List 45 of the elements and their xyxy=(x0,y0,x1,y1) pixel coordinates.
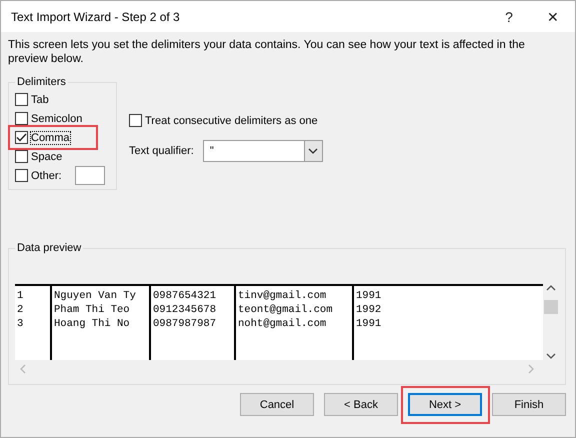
checkbox-label[interactable]: Comma xyxy=(31,132,70,144)
table-cell-text: 1991 xyxy=(356,317,382,331)
checkbox-label[interactable]: Other: xyxy=(31,170,62,182)
table-cell-text: 3 xyxy=(17,317,24,331)
group-title: Delimiters xyxy=(16,76,67,88)
table-cell-text: teont@gmail.com xyxy=(238,303,334,317)
checkbox-label[interactable]: Tab xyxy=(31,94,49,106)
table-cell-text: tinv@gmail.com xyxy=(238,289,328,303)
table-cell-text: 2 xyxy=(17,303,24,317)
table-cell-text: noht@gmail.com xyxy=(238,317,328,331)
checkbox-label[interactable]: Treat consecutive delimiters as one xyxy=(145,114,318,126)
table-cell-text: 0912345678 xyxy=(153,303,218,317)
description-text: This screen lets you set the delimiters your data contains. You can see how your text is affected in the preview below. xyxy=(8,38,526,66)
checkbox[interactable] xyxy=(15,131,28,144)
dialog-button[interactable]: < Back xyxy=(324,393,398,416)
scroll-down-icon[interactable] xyxy=(546,352,556,360)
group-title: Data preview xyxy=(16,242,82,254)
checkbox[interactable] xyxy=(129,114,142,127)
dialog-button[interactable]: Next > xyxy=(408,393,482,416)
checkbox[interactable] xyxy=(15,169,28,182)
table-cell-text: 1992 xyxy=(356,303,382,317)
help-button[interactable]: ? xyxy=(487,1,531,32)
scroll-up-icon[interactable] xyxy=(546,284,556,292)
qualifier-dropdown[interactable]: " xyxy=(202,140,323,162)
table-cell-text: 0987654321 xyxy=(153,289,218,303)
caret-icon xyxy=(308,148,318,154)
checkbox-label[interactable]: Semicolon xyxy=(31,112,82,124)
table-cell-text: 1991 xyxy=(356,289,382,303)
scrollbar-thumb[interactable] xyxy=(544,300,558,314)
table-cell-text: 0987987987 xyxy=(153,317,218,331)
checkbox[interactable] xyxy=(15,93,28,106)
field-label: Text qualifier: xyxy=(129,145,194,157)
table-cell-text: Hoang Thi No xyxy=(54,317,131,331)
window-title: Text Import Wizard - Step 2 of 3 xyxy=(11,10,181,24)
table-cell-text: Nguyen Van Ty xyxy=(54,289,137,303)
checkbox[interactable] xyxy=(15,112,28,125)
dialog-button[interactable]: Finish xyxy=(492,393,566,416)
checkbox[interactable] xyxy=(15,150,28,163)
table-cell-text: Pham Thi Teo xyxy=(54,303,131,317)
close-button[interactable]: ✕ xyxy=(531,1,575,32)
vertical-scrollbar[interactable] xyxy=(543,284,559,360)
checkbox-label[interactable]: Space xyxy=(31,150,62,162)
input-field[interactable] xyxy=(74,166,105,185)
dialog-button[interactable]: Cancel xyxy=(240,393,314,416)
table-cell-text: 1 xyxy=(17,289,24,303)
